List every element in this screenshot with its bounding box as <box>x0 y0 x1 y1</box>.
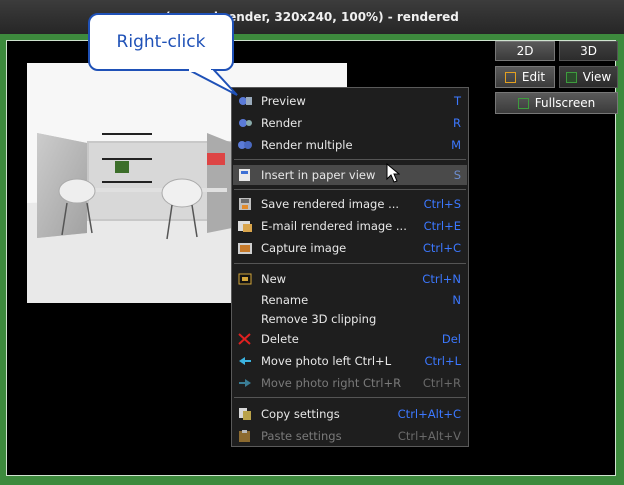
email-icon <box>238 221 252 232</box>
paste-icon <box>239 430 250 442</box>
menu-item-label: Move photo left Ctrl+L <box>261 354 392 368</box>
context-menu: Preview T Render R Render multiple M Ins… <box>231 87 469 447</box>
render-multiple-icon <box>238 141 252 149</box>
menu-item-new[interactable]: New Ctrl+N <box>233 269 467 289</box>
mouse-cursor-icon <box>386 163 400 183</box>
menu-separator <box>234 189 466 190</box>
view-2d-label: 2D <box>516 44 534 58</box>
menu-item-delete[interactable]: Delete Del <box>233 329 467 349</box>
save-icon <box>239 198 251 210</box>
menu-item-label: New <box>261 272 287 286</box>
menu-item-render-multiple[interactable]: Render multiple M <box>233 135 467 155</box>
menu-separator <box>234 397 466 398</box>
menu-item-label: Insert in paper view <box>261 168 376 182</box>
menu-item-shortcut: M <box>451 138 461 152</box>
menu-item-label: Remove 3D clipping <box>261 312 377 326</box>
fullscreen-label: Fullscreen <box>534 96 596 110</box>
menu-item-render[interactable]: Render R <box>233 113 467 133</box>
view-checkbox-icon <box>565 71 577 83</box>
menu-item-shortcut: Ctrl+S <box>423 197 461 211</box>
menu-item-rename[interactable]: Rename N <box>233 290 467 310</box>
new-icon <box>238 273 252 285</box>
edit-checkbox-icon <box>504 71 516 83</box>
menu-item-label: Paste settings <box>261 429 342 443</box>
menu-item-preview[interactable]: Preview T <box>233 91 467 111</box>
menu-item-paste-settings[interactable]: Paste settings Ctrl+Alt+V <box>233 426 467 446</box>
menu-item-label: Rename <box>261 293 309 307</box>
menu-item-label: Render <box>261 116 302 130</box>
menu-separator <box>234 159 466 160</box>
menu-separator <box>234 263 466 264</box>
menu-item-move-photo-right[interactable]: Move photo right Ctrl+R Ctrl+R <box>233 373 467 393</box>
delete-icon <box>238 333 251 345</box>
menu-item-email-rendered-image[interactable]: E-mail rendered image ... Ctrl+E <box>233 216 467 236</box>
menu-item-label: Render multiple <box>261 138 353 152</box>
menu-item-shortcut: Ctrl+Alt+V <box>397 429 461 443</box>
menu-item-label: Preview <box>261 94 306 108</box>
copy-icon <box>239 408 251 420</box>
move-right-icon <box>239 379 251 387</box>
menu-item-shortcut: Ctrl+R <box>422 376 461 390</box>
menu-item-move-photo-left[interactable]: Move photo left Ctrl+L Ctrl+L <box>233 351 467 371</box>
menu-item-copy-settings[interactable]: Copy settings Ctrl+Alt+C <box>233 404 467 424</box>
menu-item-shortcut: N <box>452 293 461 307</box>
menu-item-remove-3d-clipping[interactable]: Remove 3D clipping <box>233 309 467 329</box>
right-click-callout: Right-click <box>88 13 234 71</box>
view-3d-button[interactable]: 3D <box>559 41 618 61</box>
view-label: View <box>582 70 612 84</box>
view-button[interactable]: View <box>559 66 618 88</box>
menu-item-shortcut: Ctrl+C <box>422 241 461 255</box>
capture-icon <box>238 243 252 254</box>
edit-button[interactable]: Edit <box>495 66 555 88</box>
view-3d-label: 3D <box>580 44 597 58</box>
menu-item-shortcut: Ctrl+Alt+C <box>397 407 461 421</box>
menu-item-label: Capture image <box>261 241 347 255</box>
menu-item-label: Move photo right Ctrl+R <box>261 376 402 390</box>
menu-item-label: Save rendered image ... <box>261 197 400 211</box>
fullscreen-checkbox-icon <box>517 97 529 109</box>
callout-pointer-icon <box>186 69 238 96</box>
menu-item-save-rendered-image[interactable]: Save rendered image ... Ctrl+S <box>233 194 467 214</box>
menu-item-shortcut: R <box>453 116 461 130</box>
menu-item-shortcut: S <box>453 168 461 182</box>
menu-item-capture-image[interactable]: Capture image Ctrl+C <box>233 238 467 258</box>
menu-item-insert-in-paper-view[interactable]: Insert in paper view S <box>233 165 467 185</box>
edit-label: Edit <box>521 70 546 84</box>
menu-item-label: Delete <box>261 332 299 346</box>
menu-item-shortcut: Ctrl+N <box>422 272 461 286</box>
menu-item-shortcut: T <box>453 94 461 108</box>
menu-item-shortcut: Ctrl+E <box>423 219 461 233</box>
fullscreen-button[interactable]: Fullscreen <box>495 92 618 114</box>
menu-item-shortcut: Ctrl+L <box>424 354 461 368</box>
menu-item-shortcut: Del <box>441 332 461 346</box>
move-left-icon <box>239 357 251 365</box>
callout-text: Right-click <box>116 32 206 52</box>
view-2d-button[interactable]: 2D <box>495 41 555 61</box>
menu-item-label: E-mail rendered image ... <box>261 219 407 233</box>
menu-item-label: Copy settings <box>261 407 340 421</box>
render-icon <box>239 119 252 127</box>
paper-view-icon <box>239 169 250 181</box>
